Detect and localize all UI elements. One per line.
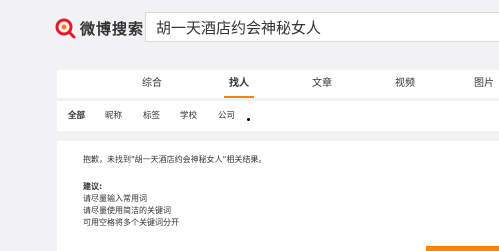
tab-label: 视频 [395,78,415,89]
people-filter-tabs: 全部 昵称 标签 学校 公司 [57,101,499,131]
filter-label: 标签 [143,111,161,121]
header: 微博搜索 胡一天酒店约会神秘女人 [0,0,499,58]
filter-all[interactable]: 全部 [68,101,85,131]
no-result-panel: 抱歉，未找到"胡一天酒店约会神秘女人"相关结果。 建议: 请尽量输入常用词 请尽… [57,141,499,251]
logo-text: 微博搜索 [80,19,145,38]
tab-articles[interactable]: 文章 [302,70,342,98]
filter-nickname[interactable]: 昵称 [105,101,122,131]
suggestion-title: 建议: [83,182,103,191]
tab-label: 综合 [142,78,162,89]
tab-label: 文章 [312,78,332,89]
filter-label: 学校 [180,111,198,121]
tab-videos[interactable]: 视频 [385,70,425,98]
weibo-search-logo[interactable]: 微博搜索 [54,15,144,41]
search-input-value: 胡一天酒店约会神秘女人 [156,18,322,37]
filter-tag[interactable]: 标签 [143,101,160,131]
search-type-tabs: 综合 找人 文章 视频 图片 [57,70,499,98]
filter-company[interactable]: 公司 [218,101,235,131]
suggestion-item: 请尽量输入常用词 [83,194,147,203]
orange-action-button[interactable] [426,246,499,251]
tab-label: 找人 [229,78,249,89]
tab-find-people[interactable]: 找人 [219,70,259,98]
suggestion-item: 请尽量使用简洁的关键词 [83,206,171,215]
suggestion-item: 可用空格将多个关键词分开 [83,218,179,227]
filter-label: 公司 [218,111,236,121]
filter-label: 昵称 [105,111,123,121]
tab-label: 图片 [474,78,494,89]
tab-comprehensive[interactable]: 综合 [132,70,172,98]
tab-images[interactable]: 图片 [469,70,499,98]
cursor-dot [247,118,250,121]
filter-school[interactable]: 学校 [180,101,197,131]
filter-label: 全部 [68,111,86,121]
search-input[interactable]: 胡一天酒店约会神秘女人 [145,12,499,42]
no-result-message: 抱歉，未找到"胡一天酒店约会神秘女人"相关结果。 [83,155,267,164]
weibo-search-logo-icon [54,17,76,39]
